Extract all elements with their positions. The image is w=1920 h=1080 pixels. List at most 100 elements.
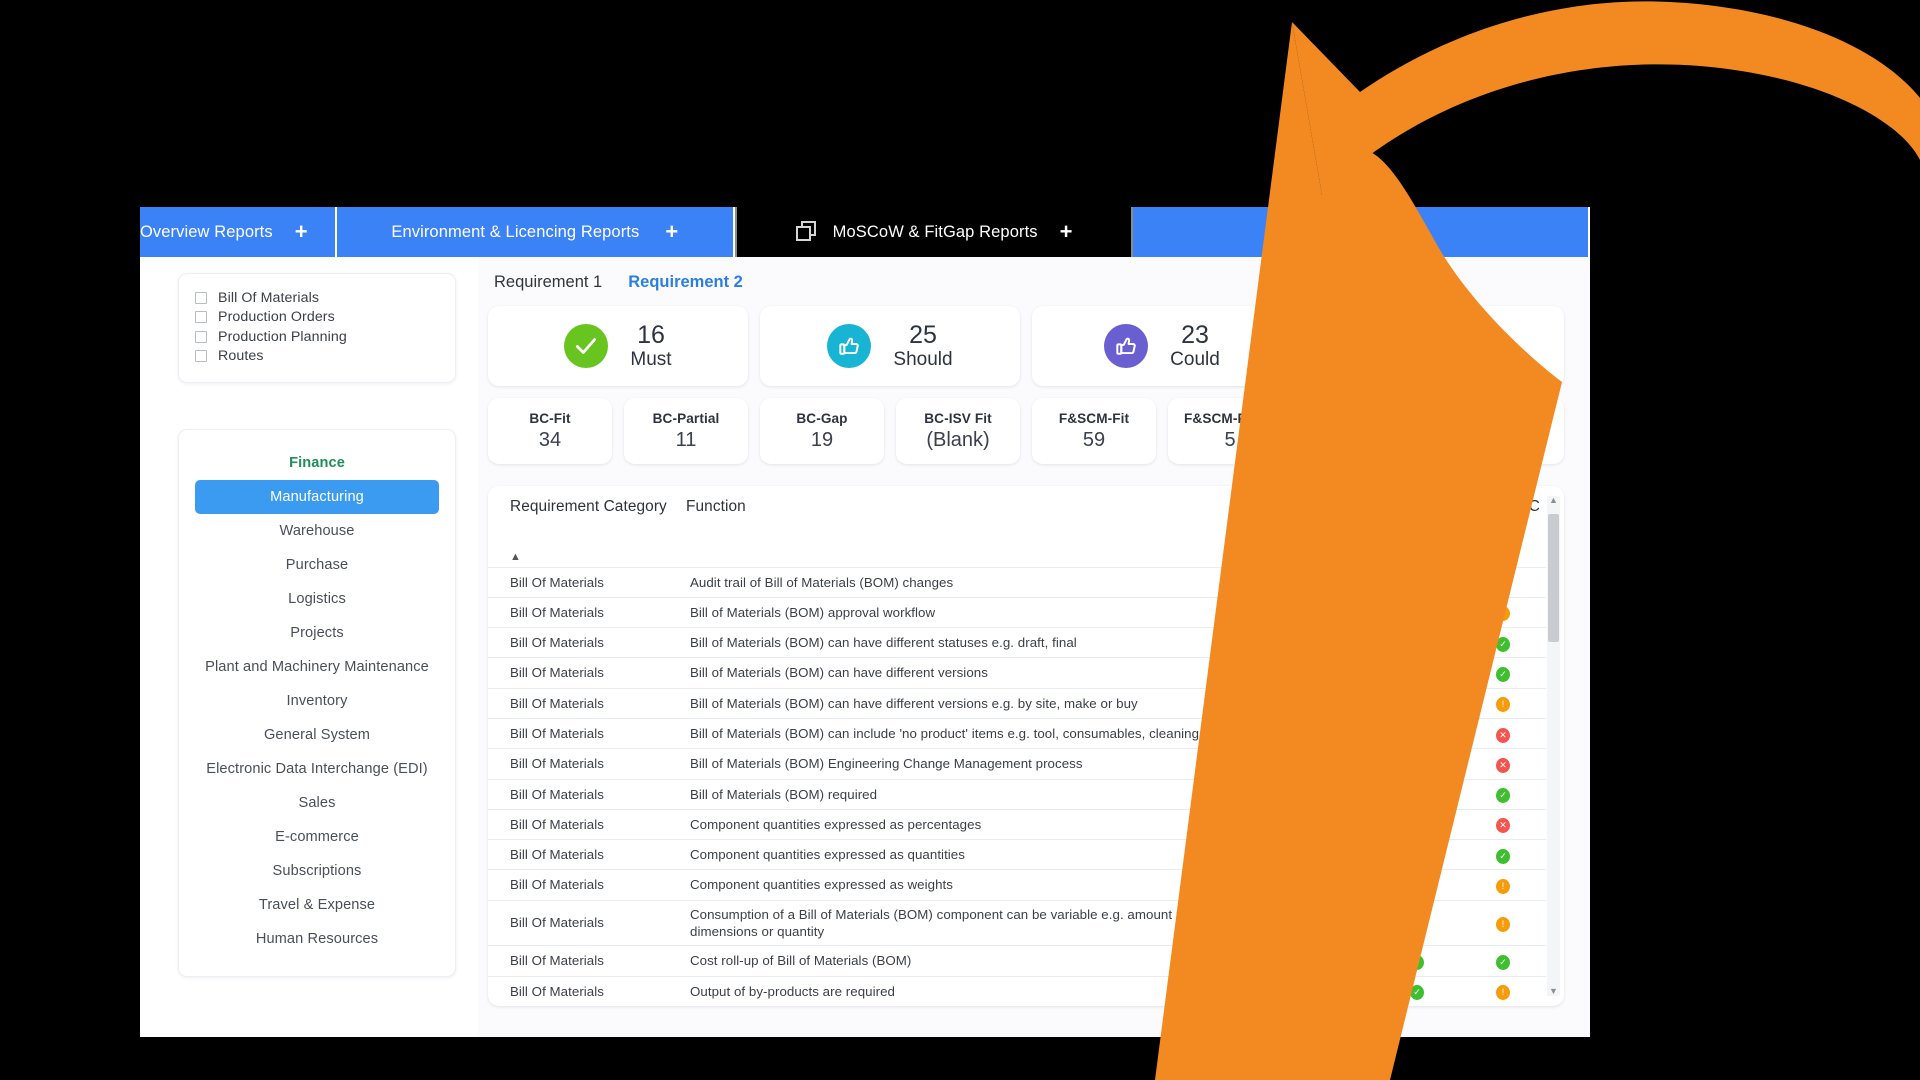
scroll-up-icon[interactable]: ▲ bbox=[1547, 494, 1560, 507]
kpi-card-bc-gap[interactable]: BC-Gap 19 bbox=[760, 398, 884, 464]
moscow-blue-dot-icon bbox=[1324, 572, 1338, 588]
plus-icon[interactable]: + bbox=[1060, 221, 1073, 243]
kpi-card-f-scm-gap[interactable]: F&SCM-Gap (Blank) bbox=[1304, 398, 1428, 464]
cell-fit-gap-bc: ✓ bbox=[1460, 945, 1546, 977]
sidebar-item-purchase[interactable]: Purchase bbox=[195, 548, 439, 582]
tab-extra[interactable]: + bbox=[1132, 207, 1590, 257]
kpi-card-bc-partial[interactable]: BC-Partial 11 bbox=[624, 398, 748, 464]
cell-moscow-ranking bbox=[1288, 809, 1374, 841]
sidebar-item-finance[interactable]: Finance bbox=[195, 446, 439, 480]
table-row[interactable]: Bill Of Materials Bill of Materials (BOM)… bbox=[488, 718, 1546, 750]
filter-row[interactable]: Routes bbox=[195, 347, 439, 367]
table-row[interactable]: Bill Of Materials Bill of Materials (BOM)… bbox=[488, 627, 1546, 659]
kpi-card-title: F&SCM-ISV... bbox=[1458, 410, 1546, 426]
sidebar-item-projects[interactable]: Projects bbox=[195, 616, 439, 650]
cell-requirement-category: Bill Of Materials bbox=[488, 657, 686, 689]
moscow-card-unsure[interactable]: Unsure bbox=[1304, 306, 1564, 386]
kpi-card-bc-fit[interactable]: BC-Fit 34 bbox=[488, 398, 612, 464]
cell-fit-gap-bc: ! bbox=[1460, 597, 1546, 629]
requirement-tab-2[interactable]: Requirement 2 bbox=[628, 273, 743, 292]
table-row[interactable]: Bill Of Materials Bill of Materials (BOM)… bbox=[488, 657, 1546, 689]
moscow-green-dot-icon bbox=[1324, 602, 1338, 618]
cell-function: Component quantities expressed as percen… bbox=[686, 809, 1288, 841]
scrollbar-thumb[interactable] bbox=[1548, 514, 1559, 642]
requirements-table-panel: Requirement Category Function MosCow Ran… bbox=[488, 486, 1564, 1006]
moscow-card-text: Unsure bbox=[1436, 335, 1497, 356]
header-function[interactable]: Function bbox=[686, 486, 1288, 540]
cell-moscow-ranking bbox=[1288, 945, 1374, 977]
moscow-card-must[interactable]: 16 Must bbox=[488, 306, 748, 386]
table-row[interactable]: Bill Of Materials Component quantities ex… bbox=[488, 809, 1546, 841]
cell-requirement-category: Bill Of Materials bbox=[488, 718, 686, 750]
moscow-purple-dot-icon bbox=[1324, 814, 1338, 830]
sidebar-item-logistics[interactable]: Logistics bbox=[195, 582, 439, 616]
table-row[interactable]: Bill Of Materials Component quantities ex… bbox=[488, 839, 1546, 871]
sidebar-item-human-resources[interactable]: Human Resources bbox=[195, 922, 439, 956]
plus-icon[interactable]: + bbox=[295, 221, 308, 243]
sort-ascending-icon[interactable]: ▲ bbox=[488, 540, 686, 568]
fitgap-bc-cross-icon: ✕ bbox=[1496, 757, 1510, 773]
fitgap-bc-warning-icon: ! bbox=[1496, 985, 1510, 1001]
plus-icon[interactable]: + bbox=[665, 221, 678, 243]
filter-row[interactable]: Production Orders bbox=[195, 308, 439, 328]
fitgap-fscm-check-icon: ✓ bbox=[1410, 576, 1424, 592]
requirement-tab-1[interactable]: Requirement 1 bbox=[494, 273, 602, 292]
table-row[interactable]: Bill Of Materials Bill of Materials (BOM)… bbox=[488, 688, 1546, 719]
header-fit-gap-bc[interactable]: Fit Gap-BC bbox=[1460, 486, 1546, 540]
sidebar-item-plant-and-machinery-maintenance[interactable]: Plant and Machinery Maintenance bbox=[195, 650, 439, 684]
moscow-purple-dot-icon bbox=[1324, 845, 1338, 861]
table-row[interactable]: Bill Of Materials Bill of Materials (BOM)… bbox=[488, 748, 1546, 780]
table-row[interactable]: Bill Of Materials Component quantities ex… bbox=[488, 869, 1546, 901]
filter-row[interactable]: Production Planning bbox=[195, 327, 439, 347]
sidebar-item-travel-expense[interactable]: Travel & Expense bbox=[195, 888, 439, 922]
tab-environment-licencing-reports[interactable]: Environment & Licencing Reports + bbox=[336, 207, 735, 257]
kpi-card-f-scm-part[interactable]: F&SCM-Part... 5 bbox=[1168, 398, 1292, 464]
cell-moscow-ranking bbox=[1288, 627, 1374, 659]
kpi-card-title: F&SCM-Part... bbox=[1184, 410, 1276, 426]
tab-overview-reports[interactable]: Overview Reports + bbox=[140, 207, 337, 257]
cell-fit-gap-bc: ✓ bbox=[1460, 839, 1546, 871]
sidebar-item-inventory[interactable]: Inventory bbox=[195, 684, 439, 718]
kpi-card-f-scm-fit[interactable]: F&SCM-Fit 59 bbox=[1032, 398, 1156, 464]
kpi-card-value: 34 bbox=[538, 428, 562, 451]
sidebar-item-warehouse[interactable]: Warehouse bbox=[195, 514, 439, 548]
fitgap-bc-warning-icon: ! bbox=[1496, 916, 1510, 932]
fitgap-fscm-check-icon: ✓ bbox=[1410, 916, 1424, 932]
header-moscow-ranking[interactable]: MosCow Ranking bbox=[1288, 486, 1374, 540]
checkbox-icon[interactable] bbox=[195, 311, 207, 324]
scroll-down-icon[interactable]: ▼ bbox=[1547, 985, 1560, 998]
table-row[interactable]: Bill Of Materials Output of by-products a… bbox=[488, 976, 1546, 1006]
table-row[interactable]: Bill Of Materials Bill of Materials (BOM)… bbox=[488, 597, 1546, 629]
kpi-card-bc-isv-fit[interactable]: BC-ISV Fit (Blank) bbox=[896, 398, 1020, 464]
sidebar-item-sales[interactable]: Sales bbox=[195, 786, 439, 820]
cell-function: Output of by-products are required bbox=[686, 976, 1288, 1006]
table-row[interactable]: Bill Of Materials Cost roll-up of Bill of… bbox=[488, 945, 1546, 977]
category-filter-panel: Bill Of Materials Production Orders Produc… bbox=[178, 273, 456, 383]
table-scroll-area[interactable]: Requirement Category Function MosCow Ran… bbox=[488, 486, 1546, 1006]
sidebar-item-e-commerce[interactable]: E-commerce bbox=[195, 820, 439, 854]
cell-function: Bill of Materials (BOM) approval workflo… bbox=[686, 597, 1288, 629]
moscow-card-could[interactable]: 23 Could bbox=[1032, 306, 1292, 386]
kpi-card-f-scm-isv[interactable]: F&SCM-ISV... (Blank) bbox=[1440, 398, 1564, 464]
header-requirement-category[interactable]: Requirement Category bbox=[488, 486, 686, 540]
sidebar-item-subscriptions[interactable]: Subscriptions bbox=[195, 854, 439, 888]
table-row[interactable]: Bill Of Materials Audit trail of Bill of … bbox=[488, 566, 1546, 598]
plus-icon[interactable]: + bbox=[1367, 221, 1380, 243]
sidebar-item-manufacturing[interactable]: Manufacturing bbox=[195, 480, 439, 514]
kpi-card-value: (Blank) bbox=[926, 428, 990, 451]
moscow-green-dot-icon bbox=[1324, 663, 1338, 679]
sidebar-item-electronic-data-interchange-edi[interactable]: Electronic Data Interchange (EDI) bbox=[195, 752, 439, 786]
moscow-card-should[interactable]: 25 Should bbox=[760, 306, 1020, 386]
table-vertical-scrollbar[interactable]: ▲ ▼ bbox=[1547, 494, 1560, 998]
sidebar-item-general-system[interactable]: General System bbox=[195, 718, 439, 752]
checkbox-icon[interactable] bbox=[195, 291, 207, 304]
checkbox-icon[interactable] bbox=[195, 350, 207, 363]
checkbox-icon[interactable] bbox=[195, 330, 207, 343]
tab-moscow-fitgap-reports[interactable]: MoSCoW & FitGap Reports + bbox=[734, 207, 1133, 257]
filter-row[interactable]: Bill Of Materials bbox=[195, 288, 439, 308]
header-fit-gap-fscm[interactable]: Fit Gap-F&SCM bbox=[1374, 486, 1460, 540]
cell-requirement-category: Bill Of Materials bbox=[488, 748, 686, 780]
table-row[interactable]: Bill Of Materials Bill of Materials (BOM)… bbox=[488, 779, 1546, 810]
table-row[interactable]: Bill Of Materials Consumption of a Bill o… bbox=[488, 900, 1546, 947]
fitgap-bc-check-icon: ✓ bbox=[1496, 788, 1510, 804]
